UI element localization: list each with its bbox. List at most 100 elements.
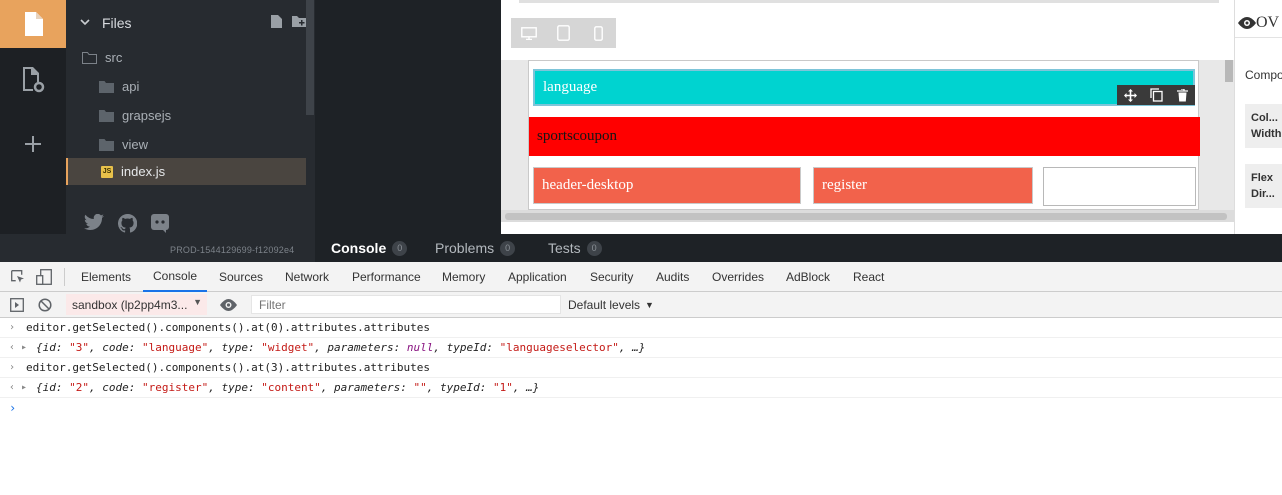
preview-vertical-scrollbar[interactable] [1224, 60, 1234, 210]
devtools-tab-elements[interactable]: Elements [81, 262, 131, 292]
tree-folder-api[interactable]: api [99, 73, 139, 100]
preview-panel: language sportscoupon header-desktop reg… [501, 0, 1234, 222]
style-manager-panel: OV Compo Col... Width Flex Dir... [1234, 0, 1282, 234]
console-result-line[interactable]: ‹ ▸ {id: "3", code: "language", type: "w… [0, 338, 1282, 358]
tab-problems[interactable]: Problems 0 [435, 234, 516, 262]
tree-label: grapsejs [122, 108, 172, 123]
devtools-tab-react[interactable]: React [853, 262, 884, 292]
trash-icon[interactable] [1177, 88, 1189, 102]
tree-label: src [105, 50, 123, 65]
preview-horizontal-scrollbar[interactable] [501, 210, 1234, 222]
build-id: PROD-1544129699-f12092e4 [170, 245, 295, 255]
devtools-tab-security[interactable]: Security [590, 262, 633, 292]
device-toolbar-icon[interactable] [36, 269, 52, 285]
component-toolbar [1117, 85, 1195, 105]
files-header[interactable]: Files [80, 12, 306, 34]
preview-toolbar [501, 8, 1234, 60]
tree-folder-grapsejs[interactable]: grapsejs [99, 102, 171, 129]
tree-label: api [122, 79, 140, 94]
activity-settings-file[interactable] [0, 56, 66, 104]
devtools-tab-adblock[interactable]: AdBlock [786, 262, 830, 292]
log-levels-dropdown[interactable]: Default levels ▼ [568, 292, 654, 318]
layer-title: OV [1256, 13, 1280, 31]
folder-icon [99, 138, 114, 151]
problems-count-badge: 0 [500, 240, 516, 256]
plus-icon [25, 136, 41, 152]
tablet-icon [557, 25, 570, 41]
console-filter-input[interactable]: Filter [251, 295, 561, 314]
tab-console[interactable]: Console 0 [331, 234, 408, 262]
component-sportscoupon[interactable]: sportscoupon [529, 117, 1200, 156]
device-desktop-button[interactable] [511, 18, 546, 48]
editor-area [315, 0, 501, 234]
input-chevron-icon: › [9, 322, 16, 333]
inspect-element-icon[interactable] [11, 270, 25, 284]
component-language[interactable]: language [533, 69, 1195, 106]
component-register[interactable]: register [813, 167, 1033, 204]
devtools-tab-sources[interactable]: Sources [219, 262, 263, 292]
tree-label: index.js [121, 164, 166, 179]
console-output: › editor.getSelected().components().at(0… [0, 318, 1282, 495]
devtools-tab-network[interactable]: Network [285, 262, 329, 292]
mobile-icon [594, 25, 603, 41]
property-column-width[interactable]: Col... Width [1245, 104, 1282, 148]
result-arrow-icon: ‹ ▸ [9, 382, 28, 393]
file-icon [25, 12, 43, 36]
discord-icon[interactable] [151, 214, 169, 233]
result-arrow-icon: ‹ ▸ [9, 342, 28, 353]
activity-bar [0, 0, 66, 234]
device-tablet-button[interactable] [546, 18, 581, 48]
console-toolbar: sandbox (lp2pp4m3... ▼ Filter Default le… [0, 292, 1282, 318]
social-links [84, 214, 169, 233]
console-count-badge: 0 [392, 240, 408, 256]
property-flex-direction[interactable]: Flex Dir... [1245, 164, 1282, 208]
tab-tests[interactable]: Tests 0 [548, 234, 602, 262]
twitter-icon[interactable] [84, 214, 104, 231]
tree-file-index-js[interactable]: JS index.js [66, 158, 306, 185]
input-chevron-icon: › [9, 362, 16, 373]
devtools-tab-overrides[interactable]: Overrides [712, 262, 764, 292]
move-icon[interactable] [1123, 88, 1137, 102]
eye-icon[interactable] [220, 299, 237, 311]
design-canvas[interactable]: language sportscoupon header-desktop reg… [528, 60, 1200, 210]
chevron-down-icon [80, 17, 96, 30]
show-drawer-icon[interactable] [10, 298, 24, 312]
tree-folder-src[interactable]: src [82, 44, 122, 71]
devtools-tab-performance[interactable]: Performance [352, 262, 421, 292]
component-empty[interactable] [1043, 167, 1196, 206]
bottom-panel-tabs: Console 0 Problems 0 Tests 0 [315, 234, 1282, 262]
folder-icon [99, 80, 114, 93]
copy-icon[interactable] [1150, 88, 1164, 102]
file-explorer: Files src api grapsejs view JS index.js [66, 0, 315, 234]
files-title: Files [102, 15, 132, 31]
activity-files[interactable] [0, 0, 66, 48]
devtools-tab-memory[interactable]: Memory [442, 262, 485, 292]
device-mobile-button[interactable] [581, 18, 616, 48]
activity-add[interactable] [0, 120, 66, 168]
tree-label: view [122, 137, 149, 152]
app-root: { "sidebar": { "title": "Files", "tree":… [0, 0, 1282, 495]
tree-folder-view[interactable]: view [99, 131, 148, 158]
component-header-desktop[interactable]: header-desktop [533, 167, 801, 204]
github-icon[interactable] [118, 214, 137, 233]
devtools-tabbar: Elements Console Sources Network Perform… [0, 262, 1282, 292]
prompt-chevron-icon: › [9, 401, 17, 415]
device-switcher [511, 18, 616, 48]
layer-header[interactable]: OV [1235, 8, 1282, 38]
devtools-tab-application[interactable]: Application [508, 262, 567, 292]
devtools: Elements Console Sources Network Perform… [0, 262, 1282, 495]
desktop-icon [520, 26, 537, 40]
clear-console-icon[interactable] [38, 298, 52, 312]
caret-down-icon: ▼ [193, 297, 202, 307]
context-selector[interactable]: sandbox (lp2pp4m3... ▼ [66, 294, 207, 315]
console-result-line[interactable]: ‹ ▸ {id: "2", code: "register", type: "c… [0, 378, 1282, 398]
new-file-icon[interactable] [271, 15, 282, 28]
console-prompt[interactable]: › [0, 398, 1282, 418]
sidebar-scrollbar[interactable] [306, 0, 314, 115]
devtools-tab-console[interactable]: Console [143, 262, 208, 292]
new-folder-icon[interactable] [292, 15, 306, 27]
eye-icon [1238, 16, 1256, 29]
devtools-tab-audits[interactable]: Audits [656, 262, 689, 292]
js-file-icon: JS [101, 165, 113, 178]
console-input-line: › editor.getSelected().components().at(0… [0, 318, 1282, 338]
